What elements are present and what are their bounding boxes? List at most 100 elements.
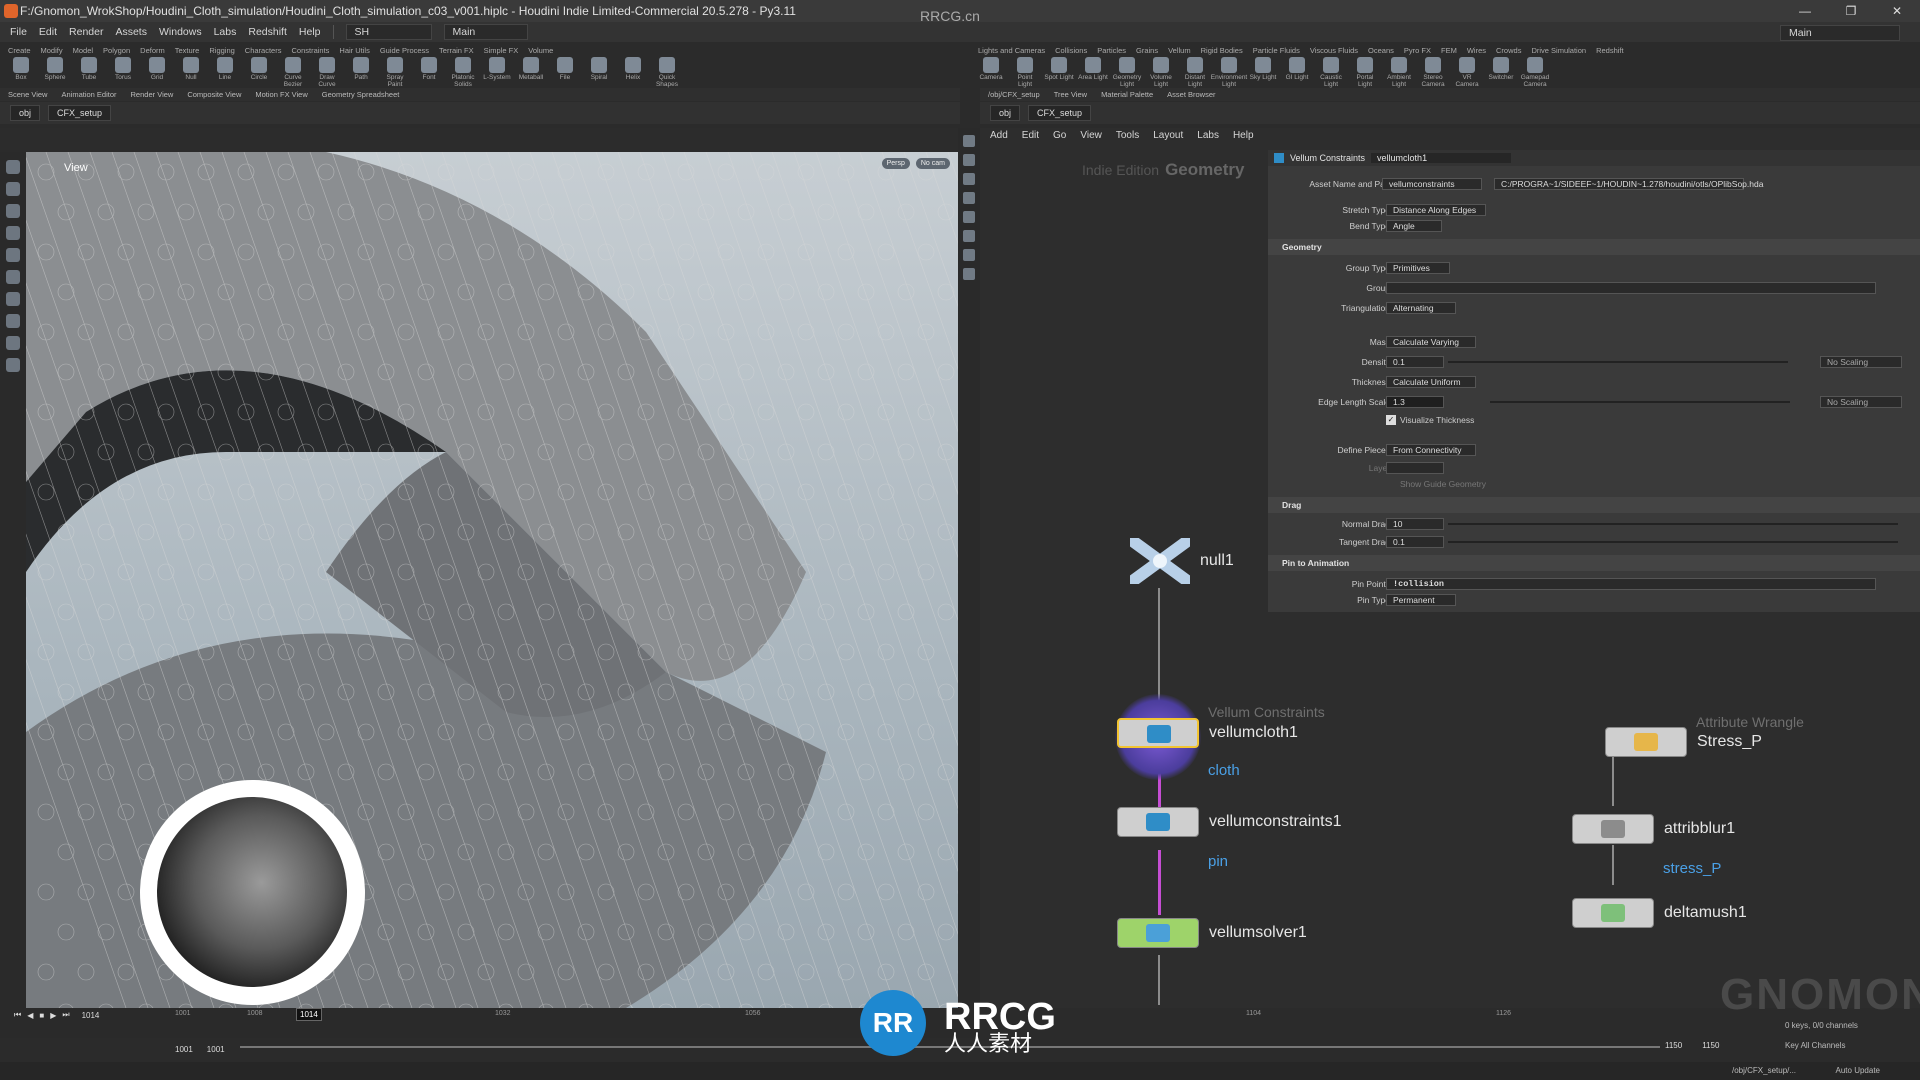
path-root[interactable]: obj — [10, 105, 41, 121]
shelf-tool-camera[interactable]: Camera — [976, 57, 1006, 81]
shelf-tab[interactable]: Simple FX — [484, 46, 519, 55]
range-start-field[interactable]: 1001 — [175, 1045, 193, 1054]
shelf-tab[interactable]: Deform — [140, 46, 165, 55]
display-icon[interactable] — [963, 268, 975, 280]
shelf-tool-tube[interactable]: Tube — [74, 57, 104, 81]
shelf-tool-vr-camera[interactable]: VR Camera — [1452, 57, 1482, 88]
magnet-icon[interactable] — [6, 314, 20, 328]
rotate-icon[interactable] — [6, 204, 20, 218]
tab-motion-fx-view[interactable]: Motion FX View — [255, 90, 307, 99]
thickness-menu[interactable]: Calculate Uniform — [1386, 376, 1476, 388]
net-menu-tools[interactable]: Tools — [1116, 130, 1139, 141]
shelf-tool-geometry-light[interactable]: Geometry Light — [1112, 57, 1142, 88]
shelf-tool-quick-shapes[interactable]: Quick Shapes — [652, 57, 682, 88]
net-menu-layout[interactable]: Layout — [1153, 130, 1183, 141]
edge-length-slider[interactable] — [1490, 401, 1790, 403]
tab-render-view[interactable]: Render View — [131, 90, 174, 99]
section-drag[interactable]: Drag — [1268, 497, 1920, 513]
skip-end-icon[interactable]: ⏭ — [62, 1010, 69, 1020]
node-stress-p[interactable]: Stress_P — [1605, 727, 1762, 757]
node-attribblur1[interactable]: attribblur1 — [1572, 814, 1735, 844]
pin-type-menu[interactable]: Permanent — [1386, 594, 1456, 606]
node-vellumconstraints1[interactable]: vellumconstraints1 — [1117, 807, 1342, 837]
timeline-bar[interactable]: 1001 1008 1032 1056 1014 — [0, 1008, 980, 1038]
group-type-menu[interactable]: Primitives — [1386, 262, 1450, 274]
tab-tree-view[interactable]: Tree View — [1054, 90, 1087, 99]
visualize-checkbox[interactable]: ✓ — [1386, 415, 1396, 425]
display-icon[interactable] — [963, 173, 975, 185]
shelf-tool-torus[interactable]: Torus — [108, 57, 138, 81]
normal-drag-field[interactable]: 10 — [1386, 518, 1444, 530]
tangent-drag-slider[interactable] — [1448, 541, 1898, 543]
shelf-tab[interactable]: Crowds — [1496, 46, 1521, 55]
mode-select[interactable]: Main — [443, 24, 528, 40]
light-tool-icon[interactable] — [6, 358, 20, 372]
shelf-tool-metaball[interactable]: Metaball — [516, 57, 546, 81]
tab-animation-editor[interactable]: Animation Editor — [61, 90, 116, 99]
shelf-tab[interactable]: Constraints — [291, 46, 329, 55]
play-icon[interactable]: ▶ — [50, 1011, 56, 1020]
path-root[interactable]: obj — [990, 105, 1021, 121]
step-back-icon[interactable]: ◀ — [27, 1011, 33, 1020]
skip-start-icon[interactable]: ⏮ — [14, 1010, 21, 1020]
scale-icon[interactable] — [6, 226, 20, 240]
menu-edit[interactable]: Edit — [39, 26, 57, 38]
net-menu-go[interactable]: Go — [1053, 130, 1066, 141]
shelf-tab[interactable]: Oceans — [1368, 46, 1394, 55]
shelf-tool-file[interactable]: File — [550, 57, 580, 81]
close-button[interactable]: ✕ — [1874, 0, 1920, 22]
shelf-tab[interactable]: Characters — [245, 46, 282, 55]
shelf-tool-gi-light[interactable]: GI Light — [1282, 57, 1312, 81]
shelf-tool-platonic[interactable]: Platonic Solids — [448, 57, 478, 88]
tangent-drag-field[interactable]: 0.1 — [1386, 536, 1444, 548]
shelf-tab[interactable]: Wires — [1467, 46, 1486, 55]
shelf-tab[interactable]: Lights and Cameras — [978, 46, 1045, 55]
shelf-tab[interactable]: Texture — [175, 46, 200, 55]
auto-update-menu[interactable]: Auto Update — [1836, 1066, 1880, 1075]
shelf-tool-environment-light[interactable]: Environment Light — [1211, 57, 1247, 88]
display-icon[interactable] — [963, 230, 975, 242]
shelf-tab[interactable]: FEM — [1441, 46, 1457, 55]
move-icon[interactable] — [6, 182, 20, 196]
shelf-tab[interactable]: Vellum — [1168, 46, 1191, 55]
pose-icon[interactable] — [6, 270, 20, 284]
section-pin[interactable]: Pin to Animation — [1268, 555, 1920, 571]
select-icon[interactable] — [6, 160, 20, 174]
menu-assets[interactable]: Assets — [115, 26, 147, 38]
shelf-tab[interactable]: Create — [8, 46, 31, 55]
shelf-tool-gamepad-camera[interactable]: Gamepad Camera — [1520, 57, 1550, 88]
shelf-tool-curve-bezier[interactable]: Curve Bezier — [278, 57, 308, 88]
node-vellumsolver1[interactable]: vellumsolver1 — [1117, 918, 1307, 948]
stretch-type-menu[interactable]: Distance Along Edges — [1386, 204, 1486, 216]
density-field[interactable]: 0.1 — [1386, 356, 1444, 368]
display-icon[interactable] — [963, 192, 975, 204]
shelf-tab[interactable]: Viscous Fluids — [1310, 46, 1358, 55]
shelf-tab[interactable]: Collisions — [1055, 46, 1087, 55]
shelf-tool-ambient-light[interactable]: Ambient Light — [1384, 57, 1414, 88]
shelf-tool-sky-light[interactable]: Sky Light — [1248, 57, 1278, 81]
maximize-button[interactable]: ❐ — [1828, 0, 1874, 22]
shelf-tab[interactable]: Pyro FX — [1404, 46, 1431, 55]
handle-icon[interactable] — [6, 248, 20, 262]
pin-points-field[interactable]: !collision — [1386, 578, 1876, 590]
menu-redshift[interactable]: Redshift — [248, 26, 287, 38]
shelf-tool-draw-curve[interactable]: Draw Curve — [312, 57, 342, 88]
shelf-tab[interactable]: Rigging — [209, 46, 234, 55]
node-null1[interactable]: null1 — [1130, 538, 1234, 584]
edge-scaling-menu[interactable]: No Scaling — [1820, 396, 1902, 408]
menu-help[interactable]: Help — [299, 26, 321, 38]
menu-windows[interactable]: Windows — [159, 26, 202, 38]
tab-composite-view[interactable]: Composite View — [187, 90, 241, 99]
range-end2-field[interactable]: 1150 — [1702, 1041, 1719, 1050]
define-pieces-menu[interactable]: From Connectivity — [1386, 444, 1476, 456]
shelf-tool-helix[interactable]: Helix — [618, 57, 648, 81]
shelf-tool-sphere[interactable]: Sphere — [40, 57, 70, 81]
path-node[interactable]: CFX_setup — [1028, 105, 1092, 121]
brush-icon[interactable] — [6, 292, 20, 306]
net-menu-help[interactable]: Help — [1233, 130, 1254, 141]
shelf-tab[interactable]: Model — [73, 46, 93, 55]
mass-menu[interactable]: Calculate Varying — [1386, 336, 1476, 348]
density-scaling-menu[interactable]: No Scaling — [1820, 356, 1902, 368]
shelf-tool-path[interactable]: Path — [346, 57, 376, 81]
shelf-tab[interactable]: Drive Simulation — [1531, 46, 1586, 55]
